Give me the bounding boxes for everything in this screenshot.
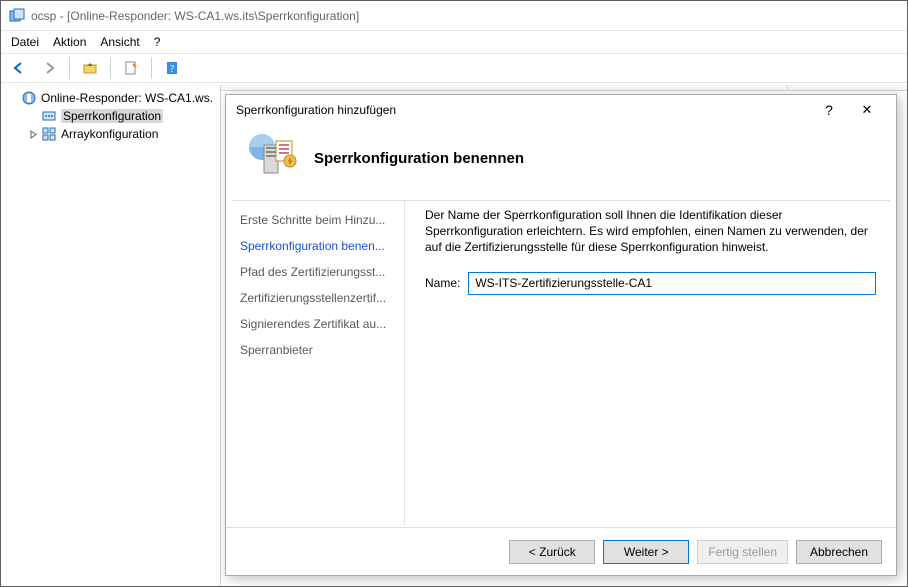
help-button[interactable]: ? <box>160 56 184 80</box>
mmc-window: ocsp - [Online-Responder: WS-CA1.ws.its\… <box>0 0 908 587</box>
dialog-title: Sperrkonfiguration hinzufügen <box>236 103 396 117</box>
dialog-heading: Sperrkonfiguration benennen <box>314 150 524 167</box>
wizard-steps: Erste Schritte beim Hinzu... Sperrkonfig… <box>226 201 404 525</box>
tree-node-sperrkonfiguration[interactable]: Sperrkonfiguration <box>1 107 220 125</box>
wizard-pane: Der Name der Sperrkonfiguration soll Ihn… <box>405 201 896 525</box>
config-icon <box>41 108 57 124</box>
step-ca-cert[interactable]: Zertifizierungsstellenzertif... <box>240 285 400 311</box>
svg-text:?: ? <box>170 64 175 75</box>
toolbar-separator <box>151 57 152 79</box>
responder-icon <box>21 90 37 106</box>
dialog-footer: < Zurück Weiter > Fertig stellen Abbrech… <box>226 527 896 575</box>
toolbar: ? <box>1 53 907 83</box>
dialog-body: Erste Schritte beim Hinzu... Sperrkonfig… <box>226 201 896 525</box>
array-icon <box>41 126 57 142</box>
dialog-close-button[interactable]: ✕ <box>848 97 886 123</box>
up-folder-button[interactable] <box>78 56 102 80</box>
titlebar: ocsp - [Online-Responder: WS-CA1.ws.its\… <box>1 1 907 31</box>
chevron-right-icon[interactable] <box>27 130 39 139</box>
toolbar-separator <box>110 57 111 79</box>
cancel-button[interactable]: Abbrechen <box>796 540 882 564</box>
dialog-header: Sperrkonfiguration benennen <box>226 125 896 200</box>
tree-pane: Online-Responder: WS-CA1.ws. Sperrkonfig… <box>1 85 221 586</box>
step-ca-path[interactable]: Pfad des Zertifizierungsst... <box>240 259 400 285</box>
app-icon <box>9 8 25 24</box>
menu-view[interactable]: Ansicht <box>100 35 139 49</box>
description-text: Der Name der Sperrkonfiguration soll Ihn… <box>425 207 876 256</box>
properties-button[interactable] <box>119 56 143 80</box>
step-name[interactable]: Sperrkonfiguration benen... <box>240 233 400 259</box>
menu-file[interactable]: Datei <box>11 35 39 49</box>
step-signing-cert[interactable]: Signierendes Zertifikat au... <box>240 311 400 337</box>
wizard-icon <box>246 131 298 186</box>
wizard-dialog: Sperrkonfiguration hinzufügen ? ✕ <box>225 94 897 576</box>
window-title: ocsp - [Online-Responder: WS-CA1.ws.its\… <box>31 9 359 23</box>
next-button[interactable]: Weiter > <box>603 540 689 564</box>
tree-node-arraykonfiguration[interactable]: Arraykonfiguration <box>1 125 220 143</box>
menu-action[interactable]: Aktion <box>53 35 86 49</box>
menu-help[interactable]: ? <box>154 35 161 49</box>
tree-root[interactable]: Online-Responder: WS-CA1.ws. <box>1 89 220 107</box>
back-button[interactable]: < Zurück <box>509 540 595 564</box>
dialog-titlebar: Sperrkonfiguration hinzufügen ? ✕ <box>226 95 896 125</box>
toolbar-separator <box>69 57 70 79</box>
step-provider[interactable]: Sperranbieter <box>240 337 400 363</box>
name-field-row: Name: <box>425 272 876 295</box>
finish-button: Fertig stellen <box>697 540 788 564</box>
dialog-help-button[interactable]: ? <box>810 97 848 123</box>
forward-button[interactable] <box>37 56 61 80</box>
back-button[interactable] <box>7 56 31 80</box>
actions-header-strip <box>787 85 907 91</box>
step-intro[interactable]: Erste Schritte beim Hinzu... <box>240 207 400 233</box>
name-input[interactable] <box>468 272 876 295</box>
name-label: Name: <box>425 276 460 290</box>
menubar: Datei Aktion Ansicht ? <box>1 31 907 53</box>
